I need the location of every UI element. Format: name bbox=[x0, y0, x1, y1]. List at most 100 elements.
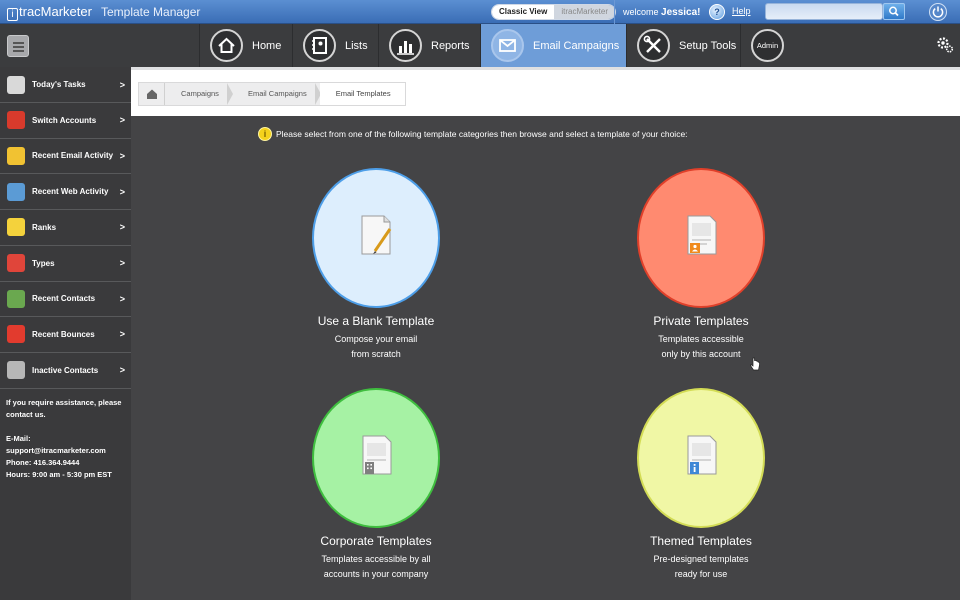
sidebar-item-switch-accounts[interactable]: Switch Accounts > bbox=[0, 103, 131, 139]
card-description: Pre-designed templates ready for use bbox=[591, 552, 811, 582]
sidebar-item-recent-bounces[interactable]: Recent Bounces > bbox=[0, 317, 131, 353]
support-phone: Phone: 416.364.9444 bbox=[6, 458, 80, 467]
card-description: Templates accessible by all accounts in … bbox=[266, 552, 486, 582]
settings-gear-icon[interactable] bbox=[936, 35, 954, 53]
user-name: Jessica! bbox=[661, 7, 701, 18]
chevron-right-icon: > bbox=[119, 222, 125, 233]
sidebar-item-label: Types bbox=[32, 258, 55, 268]
sidebar-item-recent-web-activity[interactable]: Recent Web Activity > bbox=[0, 174, 131, 211]
chevron-right-icon: > bbox=[119, 293, 125, 304]
sidebar-item-types[interactable]: Types > bbox=[0, 246, 131, 282]
mouse-cursor-icon bbox=[750, 357, 760, 371]
breadcrumb-email-templates: Email Templates bbox=[319, 83, 405, 105]
nav-home[interactable]: Home bbox=[199, 24, 292, 67]
itracmarketer-view-button[interactable]: itracMarketer bbox=[554, 5, 616, 19]
sidebar-item-inactive-contacts[interactable]: Inactive Contacts > bbox=[0, 353, 131, 389]
support-email[interactable]: support@itracmarketer.com bbox=[6, 445, 128, 457]
nav-setup-tools[interactable]: Setup Tools bbox=[626, 24, 740, 67]
private-templates-card[interactable]: Private Templates Templates accessible o… bbox=[591, 168, 811, 362]
app-title: Template Manager bbox=[101, 5, 201, 19]
app-logo[interactable]: i tracMarketer bbox=[7, 4, 92, 21]
blank-template-card[interactable]: Use a Blank Template Compose your email … bbox=[266, 168, 486, 362]
main-nav: Home Lists Reports Email Campaigns Setup… bbox=[0, 24, 960, 67]
nav-admin[interactable]: Admin bbox=[740, 24, 800, 67]
switch-accounts-icon bbox=[7, 111, 25, 130]
nav-lists-label: Lists bbox=[345, 39, 368, 52]
card-description-line: Pre-designed templates bbox=[653, 554, 749, 564]
breadcrumb-campaigns[interactable]: Campaigns bbox=[165, 83, 233, 105]
tasks-icon bbox=[7, 75, 25, 94]
info-icon: i bbox=[258, 127, 272, 141]
breadcrumb-email-campaigns[interactable]: Email Campaigns bbox=[232, 83, 321, 105]
blank-template-circle[interactable] bbox=[312, 168, 440, 308]
view-toggle: Classic View itracMarketer bbox=[491, 4, 617, 20]
logo-text: tracMarketer bbox=[19, 4, 92, 19]
card-description-line: ready for use bbox=[674, 569, 728, 579]
types-icon bbox=[7, 254, 25, 272]
breadcrumb-home[interactable] bbox=[139, 83, 165, 105]
menu-toggle-button[interactable] bbox=[7, 35, 29, 57]
sidebar-item-label: Switch Accounts bbox=[32, 115, 97, 125]
card-title: Corporate Templates bbox=[320, 534, 432, 548]
card-description-line: Templates accessible by all bbox=[321, 554, 431, 564]
instruction-text: Please select from one of the following … bbox=[276, 129, 688, 139]
home-icon bbox=[210, 29, 243, 62]
card-description: Compose your email from scratch bbox=[266, 332, 486, 362]
address-book-icon bbox=[303, 29, 336, 62]
nav-email-campaigns-label: Email Campaigns bbox=[533, 39, 620, 52]
themed-templates-card[interactable]: Themed Templates Pre-designed templates … bbox=[591, 388, 811, 582]
sidebar-item-recent-email-activity[interactable]: Recent Email Activity > bbox=[0, 138, 131, 175]
sidebar-item-label: Inactive Contacts bbox=[32, 365, 99, 375]
tools-icon bbox=[637, 29, 670, 62]
themed-templates-circle[interactable] bbox=[637, 388, 765, 528]
chevron-right-icon: > bbox=[119, 186, 125, 197]
nav-lists[interactable]: Lists bbox=[292, 24, 378, 67]
nav-email-campaigns[interactable]: Email Campaigns bbox=[480, 24, 626, 67]
sidebar-item-label: Recent Bounces bbox=[32, 329, 95, 339]
power-icon bbox=[932, 6, 944, 18]
home-icon bbox=[147, 89, 157, 99]
breadcrumb-bar: Campaigns Email Campaigns Email Template… bbox=[131, 67, 960, 116]
corporate-templates-circle[interactable] bbox=[312, 388, 440, 528]
sidebar-item-ranks[interactable]: Ranks > bbox=[0, 210, 131, 246]
corporate-templates-card[interactable]: Corporate Templates Templates accessible… bbox=[266, 388, 486, 582]
classic-view-button[interactable]: Classic View bbox=[492, 5, 555, 19]
instruction: i Please select from one of the followin… bbox=[258, 127, 688, 141]
logout-button[interactable] bbox=[929, 3, 947, 21]
sidebar-item-recent-contacts[interactable]: Recent Contacts > bbox=[0, 281, 131, 318]
card-title: Use a Blank Template bbox=[317, 314, 435, 328]
sidebar-item-label: Ranks bbox=[32, 222, 57, 232]
top-bar: i tracMarketer Template Manager Classic V… bbox=[0, 0, 960, 24]
search-icon bbox=[889, 6, 899, 17]
sidebar-item-today-s-tasks[interactable]: Today's Tasks > bbox=[0, 67, 131, 103]
sidebar: Today's Tasks > Switch Accounts > Recent Ema… bbox=[0, 67, 131, 600]
nav-reports[interactable]: Reports bbox=[378, 24, 480, 67]
help-link[interactable]: Help bbox=[732, 6, 751, 16]
search-button[interactable] bbox=[883, 3, 905, 20]
chevron-right-icon: > bbox=[119, 365, 125, 376]
bounces-icon bbox=[7, 325, 25, 344]
welcome-message: welcome Jessica! bbox=[614, 0, 701, 24]
card-description-line: accounts in your company bbox=[323, 569, 429, 579]
private-templates-circle[interactable] bbox=[637, 168, 765, 308]
ranks-icon bbox=[7, 218, 25, 237]
card-description-line: only by this account bbox=[661, 349, 741, 359]
email-label: E-Mail: bbox=[6, 434, 31, 443]
nav-admin-label: Admin bbox=[756, 41, 779, 50]
corporate-template-icon bbox=[362, 435, 392, 475]
chevron-right-icon: > bbox=[119, 258, 125, 268]
nav-reports-label: Reports bbox=[431, 39, 470, 52]
inactive-contacts-icon bbox=[7, 361, 25, 380]
chevron-right-icon: > bbox=[119, 79, 125, 90]
bar-chart-icon bbox=[389, 29, 422, 62]
sidebar-item-label: Recent Web Activity bbox=[32, 187, 109, 197]
card-description-line: Templates accessible bbox=[658, 334, 744, 344]
chevron-right-icon: > bbox=[119, 329, 125, 340]
logo-mark: i bbox=[7, 8, 18, 21]
private-template-icon bbox=[687, 215, 717, 255]
welcome-text: welcome bbox=[623, 7, 659, 17]
recent-contacts-icon bbox=[7, 289, 25, 308]
assistance-text: If you require assistance, please contac… bbox=[6, 398, 122, 419]
help-globe-icon[interactable]: ? bbox=[709, 4, 725, 20]
search-input[interactable] bbox=[765, 3, 883, 20]
